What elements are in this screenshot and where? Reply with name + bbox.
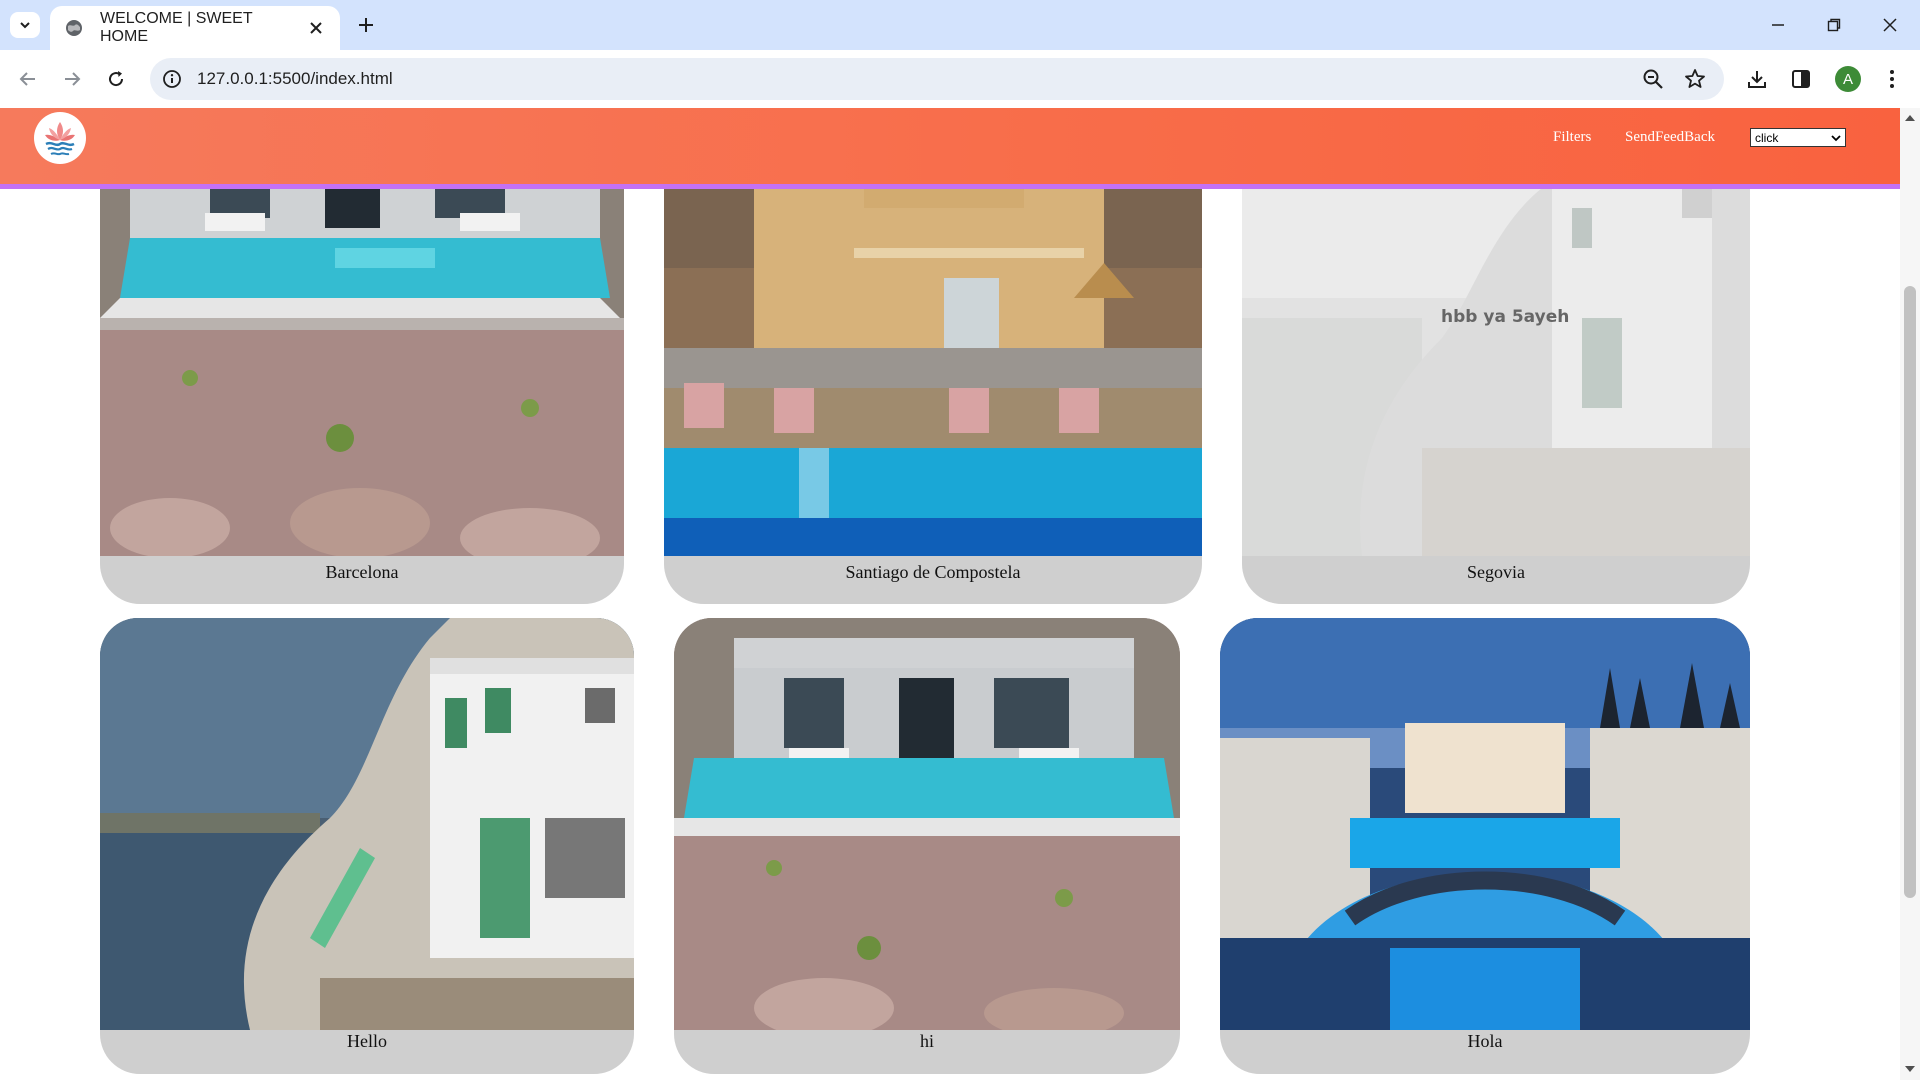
- card-label: hi: [919, 1031, 934, 1051]
- property-image: [100, 618, 634, 1030]
- tab-search-button[interactable]: [10, 12, 40, 38]
- property-image: [674, 618, 1180, 1030]
- page-viewport: Filters SendFeedBack click Barcelona San…: [0, 108, 1900, 1080]
- card-label: Segovia: [1467, 562, 1525, 582]
- url-text[interactable]: 127.0.0.1:5500/index.html: [197, 69, 393, 89]
- forward-button[interactable]: [56, 63, 88, 95]
- zoom-out-icon: [1643, 69, 1663, 89]
- star-icon: [1685, 69, 1705, 88]
- property-card-santiago[interactable]: Santiago de Compostela: [664, 148, 1202, 604]
- minimize-icon: [1772, 24, 1784, 26]
- card-label: Hello: [347, 1031, 387, 1051]
- side-panel-icon: [1792, 70, 1810, 88]
- arrow-right-icon: [65, 72, 81, 86]
- menu-button[interactable]: [1878, 65, 1906, 93]
- nav-select-dropdown[interactable]: click: [1750, 128, 1846, 147]
- scrollbar-thumb[interactable]: [1904, 286, 1916, 898]
- tab-title: WELCOME | SWEET HOME: [100, 10, 253, 45]
- profile-avatar[interactable]: A: [1835, 66, 1861, 92]
- property-card-segovia[interactable]: hbb ya 5ayeh Segovia: [1242, 148, 1750, 604]
- site-header: Filters SendFeedBack click: [0, 108, 1900, 189]
- card-label: Barcelona: [325, 562, 399, 582]
- property-image: [100, 148, 624, 556]
- nav-feedback-link[interactable]: SendFeedBack: [1625, 129, 1715, 146]
- property-image: [1220, 618, 1750, 1030]
- address-bar[interactable]: 127.0.0.1:5500/index.html: [150, 58, 1724, 100]
- download-icon: [1748, 71, 1766, 88]
- restore-icon: [1827, 18, 1841, 32]
- restore-button[interactable]: [1814, 10, 1854, 40]
- property-image: [664, 148, 1202, 556]
- chevron-down-icon: [20, 22, 30, 29]
- reload-button[interactable]: [100, 63, 132, 95]
- property-card-hello[interactable]: Hello: [100, 618, 634, 1074]
- nav-filters-link[interactable]: Filters: [1553, 129, 1591, 146]
- side-panel-button[interactable]: [1787, 65, 1815, 93]
- scroll-down-arrow-icon[interactable]: [1905, 1066, 1915, 1072]
- lotus-logo-icon: [45, 122, 75, 156]
- scroll-up-arrow-icon[interactable]: [1905, 115, 1915, 121]
- close-icon: [1883, 18, 1897, 32]
- globe-icon: [66, 20, 82, 36]
- bookmark-button[interactable]: [1683, 67, 1707, 91]
- property-card-barcelona[interactable]: Barcelona: [100, 148, 624, 604]
- chevron-down-icon: [1831, 134, 1841, 141]
- plus-icon: [359, 18, 373, 32]
- card-label: Santiago de Compostela: [845, 562, 1021, 582]
- property-card-hola[interactable]: Hola: [1220, 618, 1750, 1074]
- zoom-button[interactable]: [1641, 67, 1665, 91]
- browser-toolbar: 127.0.0.1:5500/index.html A: [0, 50, 1920, 108]
- close-window-button[interactable]: [1870, 10, 1910, 40]
- kebab-menu-icon: [1890, 70, 1894, 88]
- arrow-left-icon: [19, 72, 35, 86]
- browser-tab-bar: WELCOME | SWEET HOME: [0, 0, 1920, 50]
- card-label: Hola: [1467, 1031, 1503, 1051]
- close-icon: [310, 22, 322, 34]
- back-button[interactable]: [12, 63, 44, 95]
- select-value: click: [1755, 130, 1779, 145]
- new-tab-button[interactable]: [352, 11, 380, 39]
- property-image: [1242, 148, 1750, 556]
- browser-tab[interactable]: WELCOME | SWEET HOME: [50, 6, 340, 50]
- tab-close-button[interactable]: [304, 16, 328, 40]
- page-scrollbar[interactable]: [1900, 108, 1920, 1080]
- reload-icon: [109, 71, 124, 87]
- site-logo[interactable]: [34, 112, 86, 164]
- info-icon[interactable]: [162, 69, 182, 89]
- minimize-button[interactable]: [1758, 10, 1798, 40]
- downloads-button[interactable]: [1743, 65, 1771, 93]
- card-overlay-text: hbb ya 5ayeh: [1441, 307, 1570, 327]
- property-card-hi[interactable]: hi: [674, 618, 1180, 1074]
